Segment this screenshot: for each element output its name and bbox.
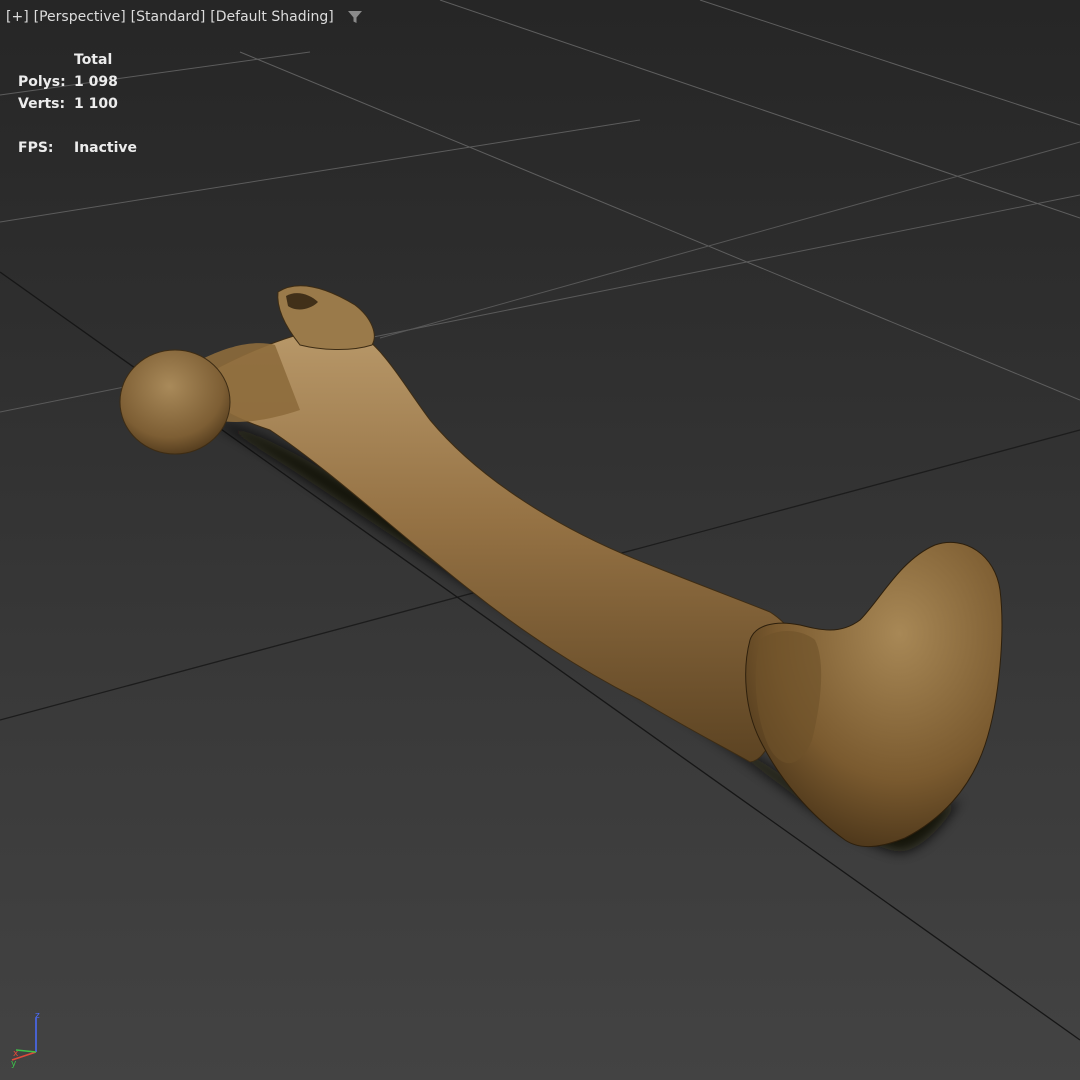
grid-line — [699, 0, 1080, 126]
grid-line — [439, 0, 1080, 219]
viewport-label-bar: [+] [Perspective] [Standard] [Default Sh… — [6, 7, 363, 27]
viewport-statistics: Total Polys: 1 098 Verts: 1 100 FPS: Ina… — [18, 49, 137, 159]
polys-value: 1 098 — [74, 74, 118, 90]
grid-line — [379, 141, 1080, 339]
femoral-head — [119, 349, 231, 455]
axis-tripod-icon: z x y — [11, 1011, 40, 1069]
bone-model[interactable] — [119, 285, 1003, 848]
fps-value: Inactive — [74, 140, 138, 156]
verts-label: Verts: — [18, 96, 66, 112]
bone-shaft[interactable] — [209, 324, 795, 763]
filter-funnel-icon[interactable] — [347, 9, 363, 25]
axis-z-label: z — [35, 1011, 40, 1021]
polys-label: Polys: — [18, 74, 66, 90]
stats-header: Total — [74, 52, 113, 68]
verts-value: 1 100 — [74, 96, 118, 112]
fps-label: FPS: — [18, 140, 54, 156]
viewport-standard-menu[interactable]: [Standard] — [131, 9, 206, 25]
viewport-shading-menu[interactable]: [Default Shading] — [210, 9, 333, 25]
axis-y-label: y — [11, 1059, 17, 1069]
axis-x-label: x — [13, 1049, 19, 1059]
viewport-scene[interactable] — [0, 0, 1080, 1080]
viewport-general-menu[interactable]: [+] — [6, 9, 29, 25]
viewport-pov-menu[interactable]: [Perspective] — [34, 9, 126, 25]
perspective-viewport[interactable]: [+] [Perspective] [Standard] [Default Sh… — [0, 0, 1080, 1080]
